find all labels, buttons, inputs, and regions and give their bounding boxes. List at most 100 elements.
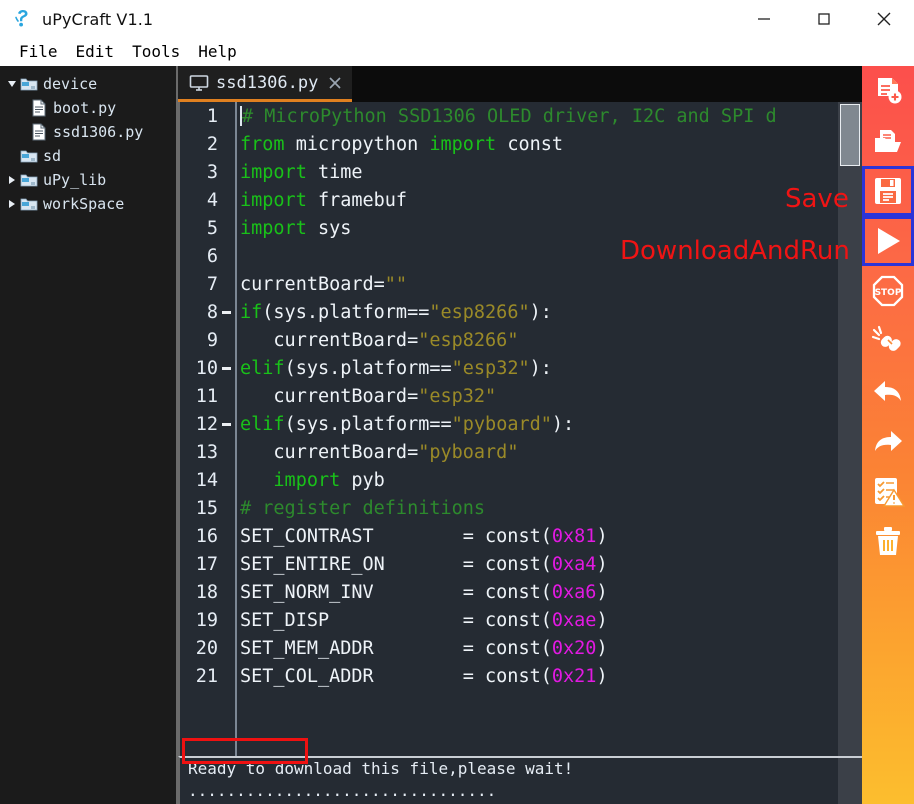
tree-item-label: ssd1306.py	[53, 120, 143, 144]
annotation-download-and-run: DownloadAndRun	[620, 236, 850, 266]
window-controls	[734, 0, 914, 38]
code-text: SET_DISP = const(0xae)	[234, 610, 608, 631]
line-number: 17	[180, 554, 218, 575]
tree-item-sd[interactable]: sd	[0, 144, 176, 168]
file-icon	[30, 96, 48, 120]
close-button[interactable]	[854, 0, 914, 38]
upycraft-window: uPyCraft V1.1 File Edit Tools Help devic…	[0, 0, 914, 804]
tab-ssd1306-py[interactable]: ssd1306.py	[178, 66, 352, 102]
tab-close-icon[interactable]	[326, 74, 344, 92]
action-toolbar: STOP	[862, 66, 914, 804]
code-line: 15# register definitions	[180, 494, 862, 522]
line-number: 1	[180, 106, 218, 127]
code-line: 16SET_CONTRAST = const(0x81)	[180, 522, 862, 550]
plug-connect-icon	[871, 324, 905, 358]
redo-arrow-icon	[871, 424, 905, 458]
editor-scrollbar-thumb[interactable]	[840, 104, 860, 166]
code-line: 10elif(sys.platform=="esp32"):	[180, 354, 862, 382]
maximize-button[interactable]	[794, 0, 854, 38]
tab-label: ssd1306.py	[216, 73, 318, 93]
delete-button[interactable]	[862, 516, 914, 566]
line-number: 15	[180, 498, 218, 519]
code-text: SET_NORM_INV = const(0xa6)	[234, 582, 608, 603]
new-file-button[interactable]	[862, 66, 914, 116]
code-text: currentBoard="pyboard"	[234, 442, 518, 463]
undo-button[interactable]	[862, 366, 914, 416]
open-file-button[interactable]	[862, 116, 914, 166]
annotation-save: Save	[785, 184, 849, 214]
menu-bar: File Edit Tools Help	[0, 38, 914, 66]
code-text: elif(sys.platform=="esp32"):	[234, 358, 552, 379]
line-number: 18	[180, 582, 218, 603]
save-disk-icon	[872, 175, 904, 207]
tree-item-boot-py[interactable]: boot.py	[0, 96, 176, 120]
folder-icon	[20, 72, 38, 96]
code-line: 3import time	[180, 158, 862, 186]
play-icon	[871, 224, 905, 258]
menu-item-file[interactable]: File	[10, 38, 67, 66]
syntax-check-button[interactable]	[862, 466, 914, 516]
new-file-icon	[871, 74, 905, 108]
redo-button[interactable]	[862, 416, 914, 466]
line-number: 6	[180, 246, 218, 267]
code-line: 7currentBoard=""	[180, 270, 862, 298]
code-line: 9 currentBoard="esp8266"	[180, 326, 862, 354]
chevron-right-icon[interactable]	[4, 168, 20, 192]
terminal-scrollbar[interactable]	[838, 758, 862, 804]
chevron-right-icon[interactable]	[4, 192, 20, 216]
code-lines: 1 # MicroPython SSD1306 OLED driver, I2C …	[180, 102, 862, 756]
line-number: 16	[180, 526, 218, 547]
code-editor[interactable]: 1 # MicroPython SSD1306 OLED driver, I2C …	[178, 102, 862, 756]
line-number: 20	[180, 638, 218, 659]
code-text: from micropython import const	[234, 134, 563, 155]
line-number: 5	[180, 218, 218, 239]
folder-icon	[20, 144, 38, 168]
tree-item-workspace[interactable]: workSpace	[0, 192, 176, 216]
fold-marker-icon[interactable]	[218, 423, 234, 426]
code-text: # MicroPython SSD1306 OLED driver, I2C a…	[234, 106, 777, 127]
tree-item-ssd1306-py[interactable]: ssd1306.py	[0, 120, 176, 144]
code-line: 12elif(sys.platform=="pyboard"):	[180, 410, 862, 438]
tree-item-upy-lib[interactable]: uPy_lib	[0, 168, 176, 192]
code-line: 14 import pyb	[180, 466, 862, 494]
menu-item-edit[interactable]: Edit	[67, 38, 124, 66]
line-number: 19	[180, 610, 218, 631]
line-number: 21	[180, 666, 218, 687]
download-and-run-button[interactable]	[862, 216, 914, 266]
code-line: 17SET_ENTIRE_ON = const(0xa4)	[180, 550, 862, 578]
line-number: 8	[180, 302, 218, 323]
menu-item-tools[interactable]: Tools	[123, 38, 189, 66]
code-line: 8if(sys.platform=="esp8266"):	[180, 298, 862, 326]
code-text: import time	[234, 162, 363, 183]
code-text: import pyb	[234, 470, 385, 491]
line-number: 11	[180, 386, 218, 407]
code-line: 13 currentBoard="pyboard"	[180, 438, 862, 466]
tree-spacer	[14, 96, 30, 120]
editor-column: ssd1306.py 1 # MicroPython SSD1306 OLED d…	[178, 66, 862, 804]
folder-icon	[20, 168, 38, 192]
tree-item-label: boot.py	[53, 96, 116, 120]
tree-item-device[interactable]: device	[0, 72, 176, 96]
save-file-button[interactable]	[862, 166, 914, 216]
code-line: 20 SET_MEM_ADDR = const(0x20)	[180, 634, 862, 662]
tree-spacer	[14, 120, 30, 144]
line-number: 14	[180, 470, 218, 491]
tab-strip: ssd1306.py	[178, 66, 862, 102]
code-line: 4import framebuf	[180, 186, 862, 214]
fold-marker-icon[interactable]	[218, 311, 234, 314]
minimize-button[interactable]	[734, 0, 794, 38]
window-title: uPyCraft V1.1	[42, 10, 153, 29]
line-number: 13	[180, 442, 218, 463]
menu-item-help[interactable]: Help	[189, 38, 246, 66]
code-text: SET_MEM_ADDR = const(0x20)	[234, 638, 608, 659]
code-line: 11 currentBoard="esp32"	[180, 382, 862, 410]
fold-marker-icon[interactable]	[218, 367, 234, 370]
chevron-down-icon[interactable]	[4, 72, 20, 96]
upycraft-logo-icon	[12, 8, 34, 30]
undo-arrow-icon	[871, 374, 905, 408]
open-folder-icon	[871, 124, 905, 158]
stop-button[interactable]: STOP	[862, 266, 914, 316]
connect-button[interactable]	[862, 316, 914, 366]
line-number: 4	[180, 190, 218, 211]
tree-spacer	[4, 144, 20, 168]
